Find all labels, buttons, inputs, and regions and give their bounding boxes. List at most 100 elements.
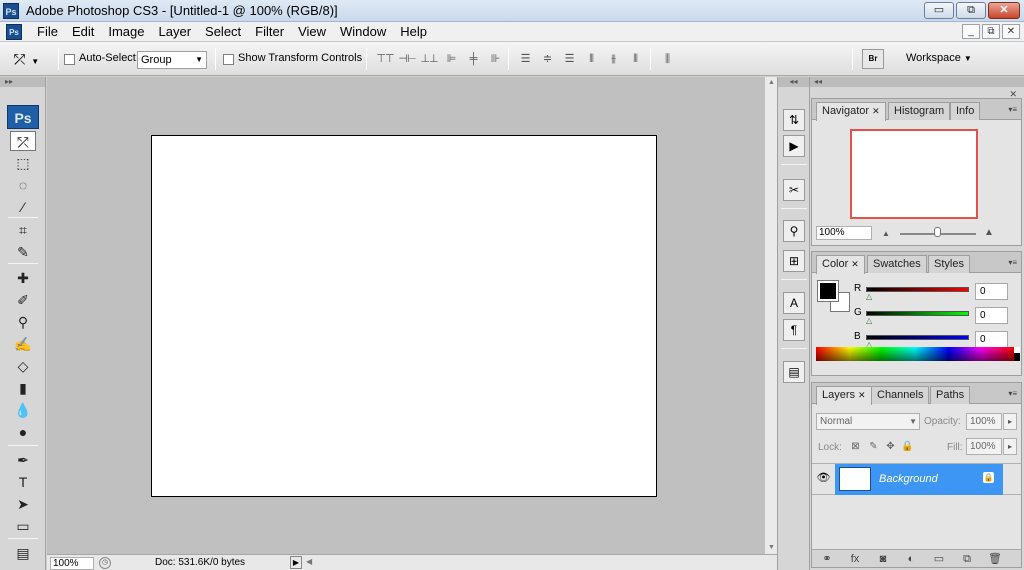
vertical-scrollbar[interactable]: ▲ ▼ xyxy=(764,77,777,554)
tab-layers[interactable]: Layers ✕ xyxy=(816,386,872,405)
auto-select-checkbox[interactable] xyxy=(64,54,75,65)
blend-mode-select[interactable]: Normal ▼ xyxy=(816,413,920,430)
magic-wand-tool-icon[interactable]: ⁄ xyxy=(10,197,36,217)
pen-tool-icon[interactable]: ✒ xyxy=(10,450,36,470)
lasso-tool-icon[interactable]: ◌ xyxy=(10,175,36,195)
gradient-tool-icon[interactable]: ▮ xyxy=(10,378,36,398)
eraser-tool-icon[interactable]: ◇ xyxy=(10,356,36,376)
new-group-icon[interactable]: ▭ xyxy=(930,552,948,566)
menu-image[interactable]: Image xyxy=(101,25,151,39)
align-top-icon[interactable]: ⊤⊤ xyxy=(376,51,394,67)
lock-position-icon[interactable]: ✥ xyxy=(884,440,897,453)
dodge-tool-icon[interactable]: ● xyxy=(10,422,36,442)
type-tool-icon[interactable]: T xyxy=(10,472,36,492)
show-transform-checkbox[interactable] xyxy=(223,54,234,65)
close-icon[interactable]: ✕ xyxy=(851,259,859,269)
document-icon[interactable]: Ps xyxy=(6,24,22,40)
history-panel-icon[interactable]: ⇅ xyxy=(783,109,805,131)
path-selection-tool-icon[interactable]: ➤ xyxy=(10,494,36,514)
distribute-vcenter-icon[interactable]: ≑ xyxy=(538,51,556,67)
blue-slider[interactable] xyxy=(866,335,969,340)
distribute-top-icon[interactable]: ☰ xyxy=(516,51,534,67)
menu-file[interactable]: File xyxy=(30,25,65,39)
actions-panel-icon[interactable]: ▶ xyxy=(783,135,805,157)
doc-restore-button[interactable]: ⧉ xyxy=(982,24,1000,39)
opacity-input[interactable]: 100% xyxy=(966,413,1002,430)
brush-tool-icon[interactable]: ✐ xyxy=(10,290,36,310)
new-layer-icon[interactable]: ⧉ xyxy=(958,552,976,566)
tab-color[interactable]: Color ✕ xyxy=(816,255,865,274)
blue-value-input[interactable]: 0 xyxy=(975,331,1008,348)
layer-style-icon[interactable]: fx xyxy=(846,552,864,566)
lock-pixels-icon[interactable]: ✎ xyxy=(867,440,880,453)
zoom-field[interactable]: 100% xyxy=(50,557,94,570)
menu-layer[interactable]: Layer xyxy=(152,25,199,39)
spectrum-white-swatch[interactable] xyxy=(1014,347,1020,353)
opacity-arrow-icon[interactable]: ▸ xyxy=(1003,413,1017,430)
menu-edit[interactable]: Edit xyxy=(65,25,101,39)
red-slider-handle-icon[interactable]: △ xyxy=(866,292,872,301)
layer-row[interactable]: 👁 Background 🔒 xyxy=(812,463,1021,495)
paragraph-panel-icon[interactable]: ¶ xyxy=(783,319,805,341)
doc-close-button[interactable]: ✕ xyxy=(1002,24,1020,39)
scroll-left-icon[interactable]: ◀ xyxy=(306,557,312,566)
close-icon[interactable]: ✕ xyxy=(858,390,866,400)
tab-channels[interactable]: Channels xyxy=(871,386,930,404)
status-info-icon[interactable]: ◷ xyxy=(99,557,111,569)
workspace-menu[interactable]: Workspace ▼ xyxy=(906,52,972,64)
clone-source-panel-icon[interactable]: ⊞ xyxy=(783,250,805,272)
photoshop-logo[interactable]: Ps xyxy=(7,105,39,129)
tool-preset-picker[interactable]: ⤱ ▼ xyxy=(14,50,52,68)
align-vcenter-icon[interactable]: ⊣⊢ xyxy=(398,51,416,67)
red-value-input[interactable]: 0 xyxy=(975,283,1008,300)
distribute-bottom-icon[interactable]: ☰ xyxy=(560,51,578,67)
layer-selection[interactable]: Background 🔒 xyxy=(835,464,1003,495)
doc-minimize-button[interactable]: _ xyxy=(962,24,980,39)
tab-paths[interactable]: Paths xyxy=(930,386,971,404)
slice-tool-icon[interactable]: ✎ xyxy=(10,242,36,262)
zoom-slider-knob[interactable] xyxy=(934,227,941,237)
tab-info[interactable]: Info xyxy=(950,102,981,120)
close-icon[interactable]: ✕ xyxy=(872,106,880,116)
layer-comps-panel-icon[interactable]: ▤ xyxy=(783,361,805,383)
align-hcenter-icon[interactable]: ╪ xyxy=(464,51,482,67)
panel-grip[interactable]: ▸▸ xyxy=(0,77,45,87)
adjustment-layer-icon[interactable]: ◐ xyxy=(902,552,920,566)
minimize-button[interactable]: ▭ xyxy=(924,2,954,19)
navigator-preview[interactable] xyxy=(850,129,978,219)
trash-icon[interactable]: 🗑 xyxy=(986,552,1004,566)
brushes-panel-icon[interactable]: ⚲ xyxy=(783,220,805,242)
close-button[interactable]: ✕ xyxy=(988,2,1020,19)
canvas[interactable] xyxy=(151,135,657,497)
red-slider[interactable] xyxy=(866,287,969,292)
distribute-right-icon[interactable]: ⫴ xyxy=(626,51,644,67)
panel-menu-icon[interactable]: ▾≡ xyxy=(1008,258,1017,267)
maximize-button[interactable]: ⧉ xyxy=(956,2,986,19)
align-left-icon[interactable]: ⊫ xyxy=(442,51,460,67)
blur-tool-icon[interactable]: 💧 xyxy=(10,400,36,420)
color-spectrum[interactable] xyxy=(816,347,1014,361)
menu-help[interactable]: Help xyxy=(393,25,434,39)
lock-all-icon[interactable]: 🔒 xyxy=(901,440,914,453)
auto-align-icon[interactable]: ⫼ xyxy=(658,51,676,67)
eye-icon[interactable]: 👁 xyxy=(815,470,832,487)
panels-grip[interactable]: ◂◂ xyxy=(810,77,1024,87)
green-slider[interactable] xyxy=(866,311,969,316)
clone-stamp-tool-icon[interactable]: ⚲ xyxy=(10,312,36,332)
bridge-button[interactable]: Br xyxy=(862,49,884,69)
notes-tool-icon[interactable]: ▤ xyxy=(10,543,36,563)
distribute-left-icon[interactable]: ⫴ xyxy=(582,51,600,67)
menu-select[interactable]: Select xyxy=(198,25,248,39)
menu-filter[interactable]: Filter xyxy=(248,25,291,39)
panel-menu-icon[interactable]: ▾≡ xyxy=(1008,389,1017,398)
healing-brush-tool-icon[interactable]: ✚ xyxy=(10,268,36,288)
menu-view[interactable]: View xyxy=(291,25,333,39)
align-bottom-icon[interactable]: ⊥⊥ xyxy=(420,51,438,67)
menu-window[interactable]: Window xyxy=(333,25,393,39)
lock-transparency-icon[interactable]: ⊠ xyxy=(849,440,862,453)
green-value-input[interactable]: 0 xyxy=(975,307,1008,324)
tool-presets-panel-icon[interactable]: ✂ xyxy=(783,179,805,201)
fill-input[interactable]: 100% xyxy=(966,438,1002,455)
align-right-icon[interactable]: ⊪ xyxy=(486,51,504,67)
tab-navigator[interactable]: Navigator ✕ xyxy=(816,102,886,121)
